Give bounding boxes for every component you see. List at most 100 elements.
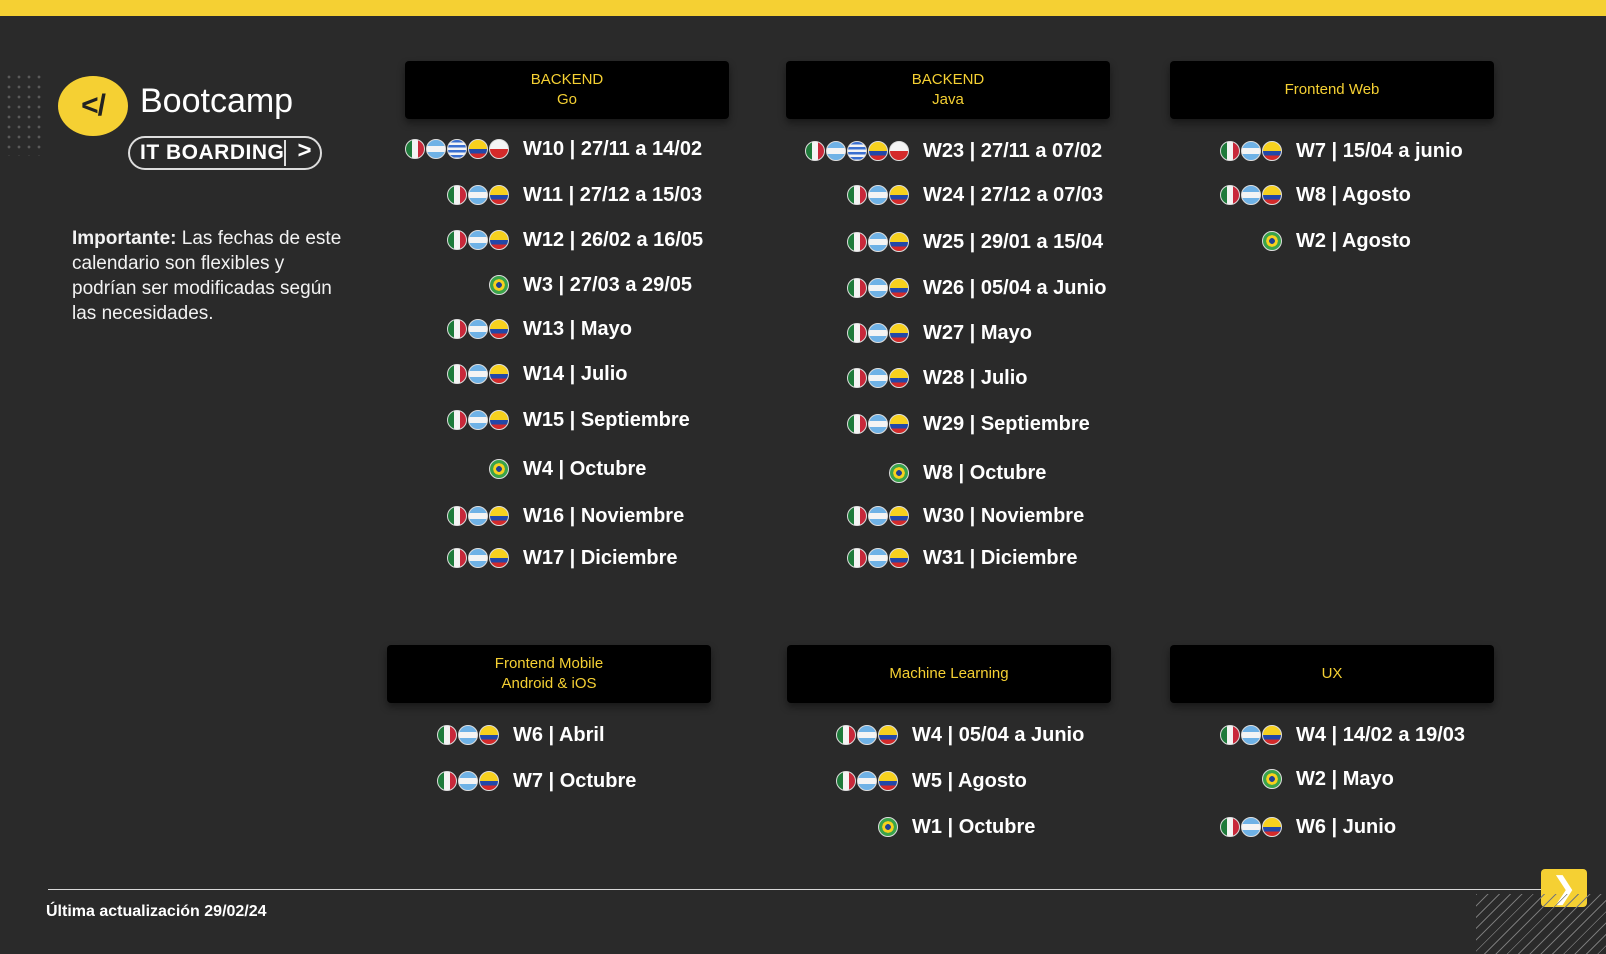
flag-colombia-icon	[889, 323, 909, 343]
flag-colombia-icon	[889, 548, 909, 568]
country-flags	[768, 817, 898, 837]
schedule-row: W29 | Septiembre	[779, 411, 1090, 437]
schedule-row: W17 | Diciembre	[379, 545, 678, 571]
schedule-row: W24 | 27/12 a 07/03	[779, 182, 1103, 208]
cohort-label: W13 | Mayo	[523, 317, 632, 340]
flag-colombia-icon	[889, 368, 909, 388]
schedule-row: W23 | 27/11 a 07/02	[779, 138, 1102, 164]
cohort-label: W4 | 14/02 a 19/03	[1296, 723, 1466, 746]
schedule-row: W15 | Septiembre	[379, 407, 690, 433]
brand-name: Bootcamp	[140, 82, 294, 120]
flag-argentina-icon	[468, 410, 488, 430]
header-frontend-web: Frontend Web	[1170, 61, 1494, 119]
country-flags	[768, 771, 898, 791]
flag-argentina-icon	[857, 771, 877, 791]
flag-colombia-icon	[1262, 725, 1282, 745]
schedule-row: W8 | Octubre	[779, 460, 1046, 486]
flag-brasil-icon	[1262, 231, 1282, 251]
flag-colombia-icon	[878, 725, 898, 745]
flag-mexico-icon	[847, 185, 867, 205]
header-title: Frontend Web	[1284, 81, 1380, 98]
schedule-row: W30 | Noviembre	[779, 503, 1084, 529]
cohort-label: W8 | Agosto	[1296, 183, 1411, 206]
flag-mexico-icon	[805, 141, 825, 161]
chevron-right-icon: >	[297, 137, 312, 164]
schedule-row: W31 | Diciembre	[779, 545, 1078, 571]
top-accent-bar	[0, 0, 1606, 16]
country-flags	[369, 771, 499, 791]
country-flags	[379, 506, 509, 526]
flag-mexico-icon	[405, 139, 425, 159]
cohort-label: W2 | Agosto	[1296, 229, 1411, 252]
header-title: BACKEND	[911, 71, 985, 88]
flag-colombia-icon	[468, 139, 488, 159]
country-flags	[379, 185, 509, 205]
flag-colombia-icon	[489, 506, 509, 526]
schedule-row: W2 | Mayo	[1152, 766, 1394, 792]
footer-divider	[48, 889, 1548, 890]
flag-mexico-icon	[447, 185, 467, 205]
schedule-row: W3 | 27/03 a 29/05	[379, 272, 692, 298]
cohort-label: W30 | Noviembre	[923, 504, 1085, 527]
badge-divider	[284, 140, 286, 166]
flag-mexico-icon	[447, 230, 467, 250]
flag-mexico-icon	[1220, 725, 1240, 745]
bootcamp-logo-icon: </	[58, 76, 128, 136]
flag-mexico-icon	[847, 232, 867, 252]
header-machine-learning: Machine Learning	[787, 645, 1111, 703]
country-flags	[1152, 185, 1282, 205]
country-flags	[779, 506, 909, 526]
flag-mexico-icon	[847, 548, 867, 568]
header-backend-java: BACKEND Java	[786, 61, 1110, 119]
flag-mexico-icon	[836, 725, 856, 745]
schedule-row: W28 | Julio	[779, 365, 1028, 391]
flag-brasil-icon	[1262, 769, 1282, 789]
country-flags	[1152, 141, 1282, 161]
country-flags	[1152, 817, 1282, 837]
cohort-label: W12 | 26/02 a 16/05	[523, 228, 704, 251]
flag-colombia-icon	[1262, 141, 1282, 161]
cohort-label: W5 | Agosto	[912, 769, 1027, 792]
important-note-label: Importante:	[72, 228, 177, 249]
flag-argentina-icon	[868, 323, 888, 343]
flag-colombia-icon	[868, 141, 888, 161]
schedule-row: W4 | Octubre	[379, 456, 646, 482]
cohort-label: W2 | Mayo	[1296, 767, 1394, 790]
last-updated: Última actualización 29/02/24	[46, 903, 267, 920]
header-subtitle: Go	[556, 91, 577, 108]
flag-brasil-icon	[878, 817, 898, 837]
country-flags	[779, 368, 909, 388]
schedule-row: W2 | Agosto	[1152, 228, 1411, 254]
country-flags	[379, 319, 509, 339]
country-flags	[379, 275, 509, 295]
it-boarding-badge: IT BOARDING >	[128, 136, 322, 170]
flag-colombia-icon	[889, 506, 909, 526]
flag-colombia-icon	[878, 771, 898, 791]
schedule-row: W4 | 14/02 a 19/03	[1152, 722, 1465, 748]
flag-chile-icon	[489, 139, 509, 159]
flag-argentina-icon	[468, 364, 488, 384]
country-flags	[379, 230, 509, 250]
cohort-label: W29 | Septiembre	[923, 412, 1090, 435]
cohort-label: W14 | Julio	[523, 362, 628, 385]
cohort-label: W17 | Diciembre	[523, 546, 678, 569]
flag-colombia-icon	[489, 364, 509, 384]
flag-argentina-icon	[468, 319, 488, 339]
header-frontend-mobile: Frontend Mobile Android & iOS	[387, 645, 711, 703]
flag-mexico-icon	[847, 323, 867, 343]
flag-argentina-icon	[868, 548, 888, 568]
cohort-label: W4 | 05/04 a Junio	[912, 723, 1085, 746]
flag-colombia-icon	[479, 771, 499, 791]
flag-argentina-icon	[1241, 141, 1261, 161]
flag-argentina-icon	[868, 185, 888, 205]
flag-argentina-icon	[458, 725, 478, 745]
cohort-label: W31 | Diciembre	[923, 546, 1078, 569]
country-flags	[779, 463, 909, 483]
schedule-row: W25 | 29/01 a 15/04	[779, 229, 1103, 255]
flag-colombia-icon	[889, 185, 909, 205]
flag-argentina-icon	[826, 141, 846, 161]
flag-mexico-icon	[447, 364, 467, 384]
country-flags	[379, 459, 509, 479]
cohort-label: W7 | Octubre	[513, 769, 637, 792]
flag-mexico-icon	[847, 278, 867, 298]
